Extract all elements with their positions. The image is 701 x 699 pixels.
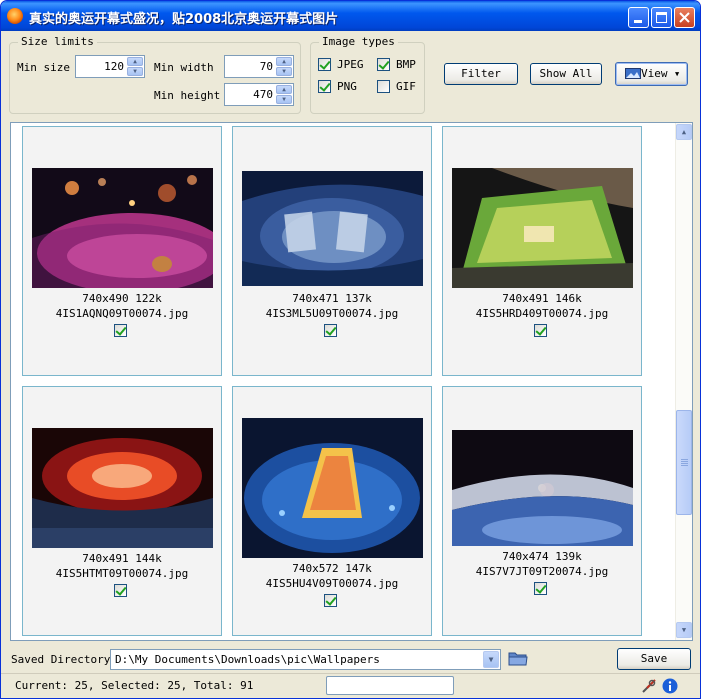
vertical-scrollbar[interactable]: ▲ ▼	[675, 123, 692, 640]
scrollbar-thumb[interactable]	[676, 410, 692, 515]
picture-icon	[625, 68, 641, 79]
thumbnail-dims: 740x471 137k	[292, 292, 372, 305]
min-height-label: Min height	[154, 89, 221, 102]
gif-checkbox[interactable]	[377, 80, 390, 93]
thumbnail-dims: 740x474 139k	[502, 550, 582, 563]
saved-directory-label: Saved Directory	[11, 653, 111, 666]
maximize-icon	[656, 12, 667, 23]
dropdown-arrow-icon: ▼	[675, 70, 680, 78]
thumbnail-checkbox[interactable]	[534, 582, 547, 595]
spin-down-icon[interactable]: ▼	[127, 67, 143, 76]
thumbnail-image[interactable]	[452, 168, 633, 288]
status-bar: Current: 25, Selected: 25, Total: 91	[1, 673, 700, 698]
spin-up-icon[interactable]: ▲	[276, 57, 292, 66]
title-bar[interactable]: 真实的奥运开幕式盛况，贴2008北京奥运开幕式图片	[1, 1, 700, 31]
show-all-button[interactable]: Show All	[530, 63, 602, 85]
thumbnail-image[interactable]	[452, 430, 633, 546]
thumbnail-filename: 4IS5HTMT09T00074.jpg	[55, 567, 189, 580]
min-width-spinner[interactable]: 70 ▲ ▼	[224, 55, 294, 78]
scroll-up-icon[interactable]: ▲	[676, 124, 692, 140]
thumbnail-checkbox[interactable]	[534, 324, 547, 337]
close-button[interactable]	[674, 7, 695, 28]
png-checkbox[interactable]	[318, 80, 331, 93]
thumbnail-checkbox[interactable]	[114, 584, 127, 597]
thumbnail-filename: 4IS7V7JT09T20074.jpg	[475, 565, 609, 578]
size-limits-title: Size limits	[18, 35, 97, 48]
bmp-checkbox[interactable]	[377, 58, 390, 71]
app-window: 真实的奥运开幕式盛况，贴2008北京奥运开幕式图片 Size limits Mi…	[0, 0, 701, 699]
thumbnail-image[interactable]	[32, 428, 213, 548]
status-progress-box	[326, 676, 454, 695]
status-text: Current: 25, Selected: 25, Total: 91	[15, 679, 254, 692]
min-height-spinner[interactable]: 470 ▲ ▼	[224, 83, 294, 106]
thumbnail-image[interactable]	[242, 418, 423, 558]
save-button[interactable]: Save	[617, 648, 691, 670]
thumbnail-filename: 4IS3ML5U09T00074.jpg	[265, 307, 399, 320]
thumbnail-checkbox[interactable]	[324, 324, 337, 337]
dropdown-arrow-icon[interactable]: ▼	[483, 651, 499, 668]
spin-up-icon[interactable]: ▲	[127, 57, 143, 66]
min-height-value: 470	[253, 88, 273, 101]
info-icon[interactable]	[662, 678, 678, 694]
thumbnail-card[interactable]: 740x471 137k 4IS3ML5U09T00074.jpg	[232, 126, 432, 376]
thumbnail-dims: 740x490 122k	[82, 292, 162, 305]
maximize-button[interactable]	[651, 7, 672, 28]
bmp-label: BMP	[396, 58, 416, 71]
view-label: View	[641, 67, 668, 80]
min-width-label: Min width	[154, 61, 214, 74]
gif-label: GIF	[396, 80, 416, 93]
thumbnail-image[interactable]	[242, 171, 423, 286]
thumbnail-dims: 740x491 146k	[502, 292, 582, 305]
spin-down-icon[interactable]: ▼	[276, 67, 292, 76]
folder-icon[interactable]	[508, 650, 528, 666]
jpeg-checkbox[interactable]	[318, 58, 331, 71]
saved-directory-value: D:\My Documents\Downloads\pic\Wallpapers	[115, 653, 380, 666]
minimize-button[interactable]	[628, 7, 649, 28]
spin-down-icon[interactable]: ▼	[276, 95, 292, 104]
app-icon	[7, 8, 23, 24]
thumbnail-card[interactable]: 740x490 122k 4IS1AQNQ09T00074.jpg	[22, 126, 222, 376]
filter-button[interactable]: Filter	[444, 63, 518, 85]
thumbnail-image[interactable]	[32, 168, 213, 288]
thumbnail-checkbox[interactable]	[114, 324, 127, 337]
thumbnail-card[interactable]: 740x491 146k 4IS5HRD409T00074.jpg	[442, 126, 642, 376]
scroll-down-icon[interactable]: ▼	[676, 622, 692, 638]
min-size-value: 120	[104, 60, 124, 73]
thumbnail-filename: 4IS1AQNQ09T00074.jpg	[55, 307, 189, 320]
min-width-value: 70	[259, 60, 273, 73]
thumbnail-card[interactable]: 740x491 144k 4IS5HTMT09T00074.jpg	[22, 386, 222, 636]
view-button[interactable]: View ▼	[615, 62, 688, 86]
thumbnail-checkbox[interactable]	[324, 594, 337, 607]
close-icon	[679, 12, 690, 23]
thumbnail-dims: 740x491 144k	[82, 552, 162, 565]
min-size-label: Min size	[17, 61, 70, 74]
min-size-spinner[interactable]: 120 ▲ ▼	[75, 55, 145, 78]
tools-icon[interactable]	[641, 678, 657, 694]
thumbnail-card[interactable]: 740x474 139k 4IS7V7JT09T20074.jpg	[442, 386, 642, 636]
thumbnail-card[interactable]: 740x572 147k 4IS5HU4V09T00074.jpg	[232, 386, 432, 636]
jpeg-label: JPEG	[337, 58, 364, 71]
thumbnail-grid[interactable]: 740x490 122k 4IS1AQNQ09T00074.jpg 740x47…	[10, 122, 693, 641]
saved-directory-combobox[interactable]: D:\My Documents\Downloads\pic\Wallpapers…	[110, 649, 501, 670]
thumbnail-dims: 740x572 147k	[292, 562, 372, 575]
window-title: 真实的奥运开幕式盛况，贴2008北京奥运开幕式图片	[29, 12, 339, 27]
image-types-group: Image types	[310, 35, 425, 114]
image-types-title: Image types	[319, 35, 398, 48]
minimize-icon	[634, 20, 642, 23]
spin-up-icon[interactable]: ▲	[276, 85, 292, 94]
png-label: PNG	[337, 80, 357, 93]
thumbnail-filename: 4IS5HU4V09T00074.jpg	[265, 577, 399, 590]
thumbnail-filename: 4IS5HRD409T00074.jpg	[475, 307, 609, 320]
